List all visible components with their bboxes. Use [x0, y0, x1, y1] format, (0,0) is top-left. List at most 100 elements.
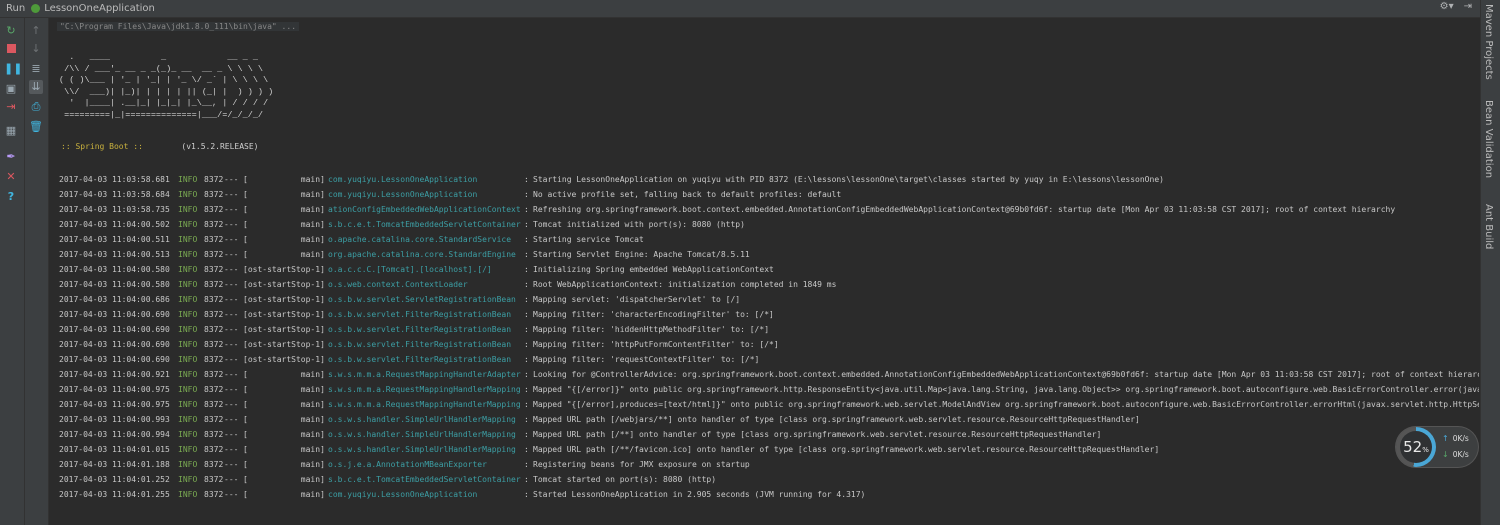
log-logger[interactable]: o.s.w.s.handler.SimpleUrlHandlerMapping	[328, 412, 516, 427]
upload-speed: ↑ 0K/s	[1442, 434, 1476, 443]
hide-panel-icon[interactable]: ⇥	[1464, 1, 1472, 12]
log-level: INFO	[178, 490, 198, 499]
log-line: 2017-04-03 11:04:01.188 INFO 8372 --- [ main…	[59, 457, 1479, 472]
log-colon: :	[524, 235, 529, 244]
log-logger[interactable]: o.s.w.s.handler.SimpleUrlHandlerMapping	[328, 442, 516, 457]
spring-ascii-banner: . ____ _ __ _ _ /\\ / ___'_ __ _ _(_)_ _…	[59, 52, 274, 120]
log-colon: :	[524, 445, 529, 454]
log-level: INFO	[178, 325, 198, 334]
log-thread: [ main]	[243, 460, 325, 469]
log-message: Started LessonOneApplication in 2.905 se…	[533, 490, 866, 499]
log-pid: 8372	[204, 190, 224, 199]
log-logger[interactable]: s.b.c.e.t.TomcatEmbeddedServletContainer	[328, 217, 521, 232]
pin-icon[interactable]: ✒	[4, 150, 18, 164]
log-separator: ---	[224, 280, 239, 289]
log-separator: ---	[224, 355, 239, 364]
log-pid: 8372	[204, 430, 224, 439]
right-tab-ant-build[interactable]: Ant Build	[1483, 204, 1494, 249]
log-logger[interactable]: ationConfigEmbeddedWebApplicationContext	[328, 202, 521, 217]
rerun-icon[interactable]: ↻	[4, 24, 18, 38]
log-separator: ---	[224, 310, 239, 319]
log-pid: 8372	[204, 265, 224, 274]
log-logger[interactable]: com.yuqiyu.LessonOneApplication	[328, 172, 477, 187]
dump-threads-icon[interactable]: ▣	[4, 82, 18, 96]
log-timestamp: 2017-04-03 11:04:00.994	[59, 430, 170, 439]
trash-icon[interactable]: 🗑	[29, 120, 43, 134]
log-logger[interactable]: o.s.w.s.handler.SimpleUrlHandlerMapping	[328, 427, 516, 442]
scroll-to-end-icon[interactable]: ⇊	[29, 80, 43, 94]
log-message: Mapping servlet: 'dispatcherServlet' to …	[533, 295, 741, 304]
log-logger[interactable]: org.apache.catalina.core.StandardEngine	[328, 247, 516, 262]
command-line[interactable]: "C:\Program Files\Java\jdk1.8.0_111\bin\…	[57, 22, 300, 31]
log-pid: 8372	[204, 460, 224, 469]
up-arrow-icon[interactable]: ↑	[29, 24, 43, 38]
stop-icon[interactable]	[4, 42, 18, 56]
log-logger[interactable]: s.w.s.m.m.a.RequestMappingHandlerMapping	[328, 397, 521, 412]
log-message: Tomcat initialized with port(s): 8080 (h…	[533, 220, 745, 229]
log-logger[interactable]: s.w.s.m.m.a.RequestMappingHandlerAdapter	[328, 367, 521, 382]
log-logger[interactable]: o.s.b.w.servlet.ServletRegistrationBean	[328, 292, 516, 307]
download-speed-value: 0K/s	[1452, 450, 1469, 459]
close-icon[interactable]: ✕	[4, 170, 18, 184]
log-logger[interactable]: com.yuqiyu.LessonOneApplication	[328, 187, 477, 202]
app-run-icon	[31, 4, 41, 13]
log-pid: 8372	[204, 415, 224, 424]
log-colon: :	[524, 490, 529, 499]
log-logger[interactable]: o.s.b.w.servlet.FilterRegistrationBean	[328, 307, 511, 322]
network-monitor-widget[interactable]: 52% ↑ 0K/s ↓ 0K/s	[1396, 427, 1478, 467]
pause-icon[interactable]: ❚❚	[4, 62, 22, 76]
right-tab-bean-validation[interactable]: Bean Validation	[1483, 100, 1494, 178]
log-pid: 8372	[204, 250, 224, 259]
log-timestamp: 2017-04-03 11:04:01.252	[59, 475, 170, 484]
log-line: 2017-04-03 11:03:58.684 INFO 8372 --- [ main…	[59, 187, 1479, 202]
log-separator: ---	[224, 415, 239, 424]
log-timestamp: 2017-04-03 11:04:01.188	[59, 460, 170, 469]
log-separator: ---	[224, 250, 239, 259]
log-message: Tomcat started on port(s): 8080 (http)	[533, 475, 717, 484]
log-timestamp: 2017-04-03 11:04:00.975	[59, 400, 170, 409]
log-timestamp: 2017-04-03 11:04:00.975	[59, 385, 170, 394]
log-level: INFO	[178, 280, 198, 289]
log-colon: :	[524, 190, 529, 199]
log-logger[interactable]: s.b.c.e.t.TomcatEmbeddedServletContainer	[328, 472, 521, 487]
log-logger[interactable]: o.apache.catalina.core.StandardService	[328, 232, 511, 247]
log-logger[interactable]: o.s.web.context.ContextLoader	[328, 277, 468, 292]
log-colon: :	[524, 280, 529, 289]
log-thread: [ost-startStop-1]	[243, 355, 325, 364]
log-timestamp: 2017-04-03 11:04:00.993	[59, 415, 170, 424]
log-message: Mapping filter: 'characterEncodingFilter…	[533, 310, 774, 319]
log-line: 2017-04-03 11:04:01.255 INFO 8372 --- [ main…	[59, 487, 1479, 502]
spring-boot-version: (v1.5.2.RELEASE)	[181, 142, 259, 151]
log-logger[interactable]: s.w.s.m.m.a.RequestMappingHandlerMapping	[328, 382, 521, 397]
log-message: Mapping filter: 'httpPutFormContentFilte…	[533, 340, 779, 349]
log-pid: 8372	[204, 310, 224, 319]
console-output[interactable]: "C:\Program Files\Java\jdk1.8.0_111\bin\…	[49, 18, 1479, 525]
log-message: No active profile set, falling back to d…	[533, 190, 842, 199]
right-tab-maven-projects[interactable]: Maven Projects	[1483, 4, 1494, 80]
log-line: 2017-04-03 11:04:00.580 INFO 8372 --- [ost-s…	[59, 262, 1479, 277]
log-level: INFO	[178, 460, 198, 469]
log-timestamp: 2017-04-03 11:03:58.684	[59, 190, 170, 199]
log-level: INFO	[178, 175, 198, 184]
log-line: 2017-04-03 11:03:58.681 INFO 8372 --- [ main…	[59, 172, 1479, 187]
help-icon[interactable]: ?	[4, 190, 18, 204]
log-logger[interactable]: o.s.b.w.servlet.FilterRegistrationBean	[328, 337, 511, 352]
exit-icon[interactable]: ⇥	[4, 100, 18, 114]
log-logger[interactable]: o.a.c.c.C.[Tomcat].[localhost].[/]	[328, 262, 492, 277]
log-separator: ---	[224, 235, 239, 244]
log-level: INFO	[178, 475, 198, 484]
print-icon[interactable]: ⎙	[29, 100, 43, 114]
run-config-tab[interactable]: LessonOneApplication	[44, 3, 155, 14]
log-pid: 8372	[204, 235, 224, 244]
layout-icon[interactable]: ▦	[4, 124, 18, 138]
settings-gear-icon[interactable]: ⚙▾	[1440, 1, 1454, 12]
log-logger[interactable]: o.s.b.w.servlet.FilterRegistrationBean	[328, 322, 511, 337]
log-logger[interactable]: o.s.j.e.a.AnnotationMBeanExporter	[328, 457, 487, 472]
log-thread: [ost-startStop-1]	[243, 265, 325, 274]
log-timestamp: 2017-04-03 11:04:01.255	[59, 490, 170, 499]
log-logger[interactable]: com.yuqiyu.LessonOneApplication	[328, 487, 477, 502]
soft-wrap-icon[interactable]: ≣	[29, 62, 43, 76]
log-logger[interactable]: o.s.b.w.servlet.FilterRegistrationBean	[328, 352, 511, 367]
down-arrow-icon[interactable]: ↓	[29, 42, 43, 56]
log-pid: 8372	[204, 325, 224, 334]
